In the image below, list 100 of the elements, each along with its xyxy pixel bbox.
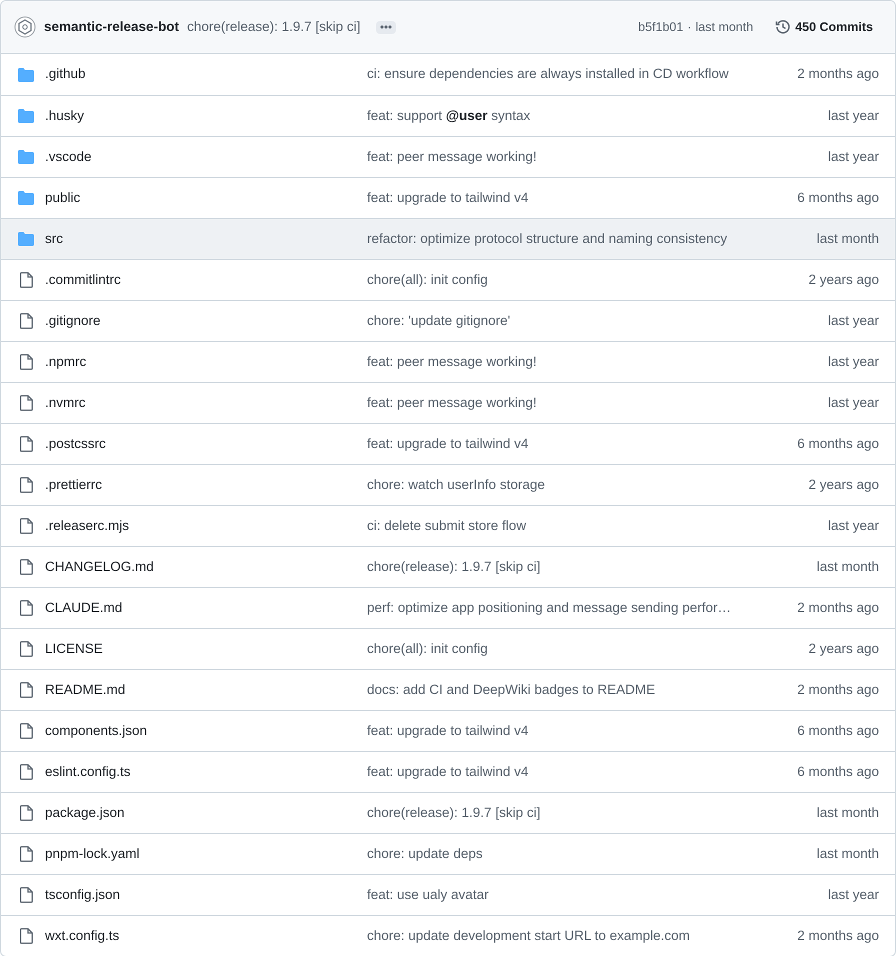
commit-message-link[interactable]: chore: update deps (367, 844, 817, 864)
commit-message-link[interactable]: perf: optimize app positioning and message sending perfor… (367, 598, 798, 618)
file-link[interactable]: components.json (35, 720, 367, 742)
file-link[interactable]: .nvmrc (35, 392, 367, 414)
file-link[interactable]: .gitignore (35, 310, 367, 332)
file-row[interactable]: package.json chore(release): 1.9.7 [skip ci] last month (1, 792, 895, 833)
commit-hash-link[interactable]: b5f1b01 (638, 18, 684, 36)
file-link[interactable]: package.json (35, 802, 367, 824)
folder-icon (18, 109, 34, 123)
commit-message-link[interactable]: chore(release): 1.9.7 [skip ci] (367, 556, 817, 578)
commit-time: last month (816, 804, 879, 822)
commit-message-link[interactable]: chore: update development start URL to example.com (367, 926, 798, 946)
commit-message-link[interactable]: chore: 'update gitignore' (367, 310, 828, 332)
commit-time: last month (696, 18, 754, 36)
commit-message-link[interactable]: ci: ensure dependencies are always installed in CD workflow (367, 64, 798, 85)
folder-icon (18, 150, 34, 164)
avatar-icon (14, 16, 36, 38)
file-link[interactable]: .prettierrc (35, 474, 367, 496)
file-row[interactable]: eslint.config.ts feat: upgrade to tailwind v4 6 months ago (1, 751, 895, 792)
file-row[interactable]: README.md docs: add CI and DeepWiki badges to README 2 months ago (1, 669, 895, 710)
file-icon (20, 682, 32, 698)
file-link[interactable]: .npmrc (35, 352, 367, 372)
file-link[interactable]: .releaserc.mjs (35, 516, 367, 536)
author-link[interactable]: semantic-release-bot (44, 16, 180, 38)
commit-message-link[interactable]: feat: peer message working! (367, 146, 828, 168)
file-link[interactable]: eslint.config.ts (35, 762, 367, 782)
commit-message-link[interactable]: feat: upgrade to tailwind v4 (367, 188, 798, 208)
commit-time: 2 months ago (797, 65, 879, 84)
commit-time: 2 months ago (797, 680, 879, 699)
expand-message-button[interactable] (376, 20, 396, 34)
file-row[interactable]: .github ci: ensure dependencies are always installed in CD workflow 2 months ago (1, 54, 895, 95)
file-icon (20, 518, 32, 534)
commit-message-link[interactable]: chore(release): 1.9.7 [skip ci] (367, 802, 817, 824)
file-link[interactable]: tsconfig.json (35, 884, 367, 906)
commit-message-link[interactable]: refactor: optimize protocol structure and naming consistency (367, 228, 817, 250)
commit-time: last year (828, 394, 879, 412)
file-row[interactable]: CLAUDE.md perf: optimize app positioning and message sending perfor… 2 months ago (1, 587, 895, 628)
file-icon (20, 723, 32, 739)
history-icon (775, 19, 792, 35)
file-row[interactable]: .vscode feat: peer message working! last year (1, 136, 895, 177)
file-row[interactable]: tsconfig.json feat: use ualy avatar last year (1, 874, 895, 915)
commit-message-link[interactable]: feat: peer message working! (367, 392, 828, 414)
file-icon (20, 805, 32, 821)
file-link[interactable]: CHANGELOG.md (35, 556, 367, 578)
file-row[interactable]: .nvmrc feat: peer message working! last year (1, 382, 895, 423)
file-row[interactable]: components.json feat: upgrade to tailwind v4 6 months ago (1, 710, 895, 751)
file-row[interactable]: .gitignore chore: 'update gitignore' last year (1, 300, 895, 341)
commit-message-link[interactable]: docs: add CI and DeepWiki badges to README (367, 680, 798, 700)
commit-time: 6 months ago (797, 762, 879, 781)
commit-time: last year (828, 106, 879, 125)
folder-link[interactable]: .husky (35, 106, 367, 126)
commit-message-link[interactable]: feat: upgrade to tailwind v4 (367, 720, 798, 742)
file-row[interactable]: .commitlintrc chore(all): init config 2 years ago (1, 259, 895, 300)
file-row[interactable]: src refactor: optimize protocol structure and naming consistency last month (1, 218, 895, 259)
file-row[interactable]: .npmrc feat: peer message working! last year (1, 341, 895, 382)
separator-dot: · (687, 18, 692, 36)
file-link[interactable]: CLAUDE.md (35, 598, 367, 618)
commit-message-link[interactable]: feat: upgrade to tailwind v4 (367, 434, 798, 454)
file-link[interactable]: README.md (35, 680, 367, 700)
commit-message-link[interactable]: feat: support @user syntax (367, 106, 828, 126)
file-link[interactable]: LICENSE (35, 638, 367, 660)
commits-button[interactable]: 450 Commits (769, 16, 879, 38)
file-icon (20, 928, 32, 944)
file-row[interactable]: LICENSE chore(all): init config 2 years ago (1, 628, 895, 669)
file-link[interactable]: .postcssrc (35, 434, 367, 454)
file-row[interactable]: .husky feat: support @user syntax last year (1, 95, 895, 136)
commit-time: 6 months ago (797, 188, 879, 207)
commit-message-link[interactable]: chore(all): init config (367, 270, 808, 290)
ellipsis-icon (380, 25, 392, 29)
file-link[interactable]: pnpm-lock.yaml (35, 844, 367, 864)
commit-time: last year (828, 312, 879, 330)
file-row[interactable]: .prettierrc chore: watch userInfo storage 2 years ago (1, 464, 895, 505)
folder-icon (18, 68, 34, 82)
folder-link[interactable]: .github (35, 64, 367, 85)
commit-time: last month (816, 844, 879, 863)
folder-link[interactable]: .vscode (35, 146, 367, 168)
file-link[interactable]: wxt.config.ts (35, 926, 367, 946)
commit-message-link[interactable]: feat: use ualy avatar (367, 884, 828, 906)
file-icon (20, 272, 32, 288)
file-icon (20, 600, 32, 616)
file-row[interactable]: .releaserc.mjs ci: delete submit store flow last year (1, 505, 895, 546)
commit-message-link[interactable]: feat: upgrade to tailwind v4 (367, 762, 798, 782)
commit-message-link[interactable]: chore: watch userInfo storage (367, 474, 808, 496)
commit-message-link[interactable]: feat: peer message working! (367, 352, 828, 372)
file-icon (20, 641, 32, 657)
file-icon (20, 436, 32, 452)
file-row[interactable]: .postcssrc feat: upgrade to tailwind v4 6 months ago (1, 423, 895, 464)
folder-link[interactable]: src (35, 228, 367, 250)
commit-message-link[interactable]: ci: delete submit store flow (367, 516, 828, 536)
folder-link[interactable]: public (35, 188, 367, 208)
file-row[interactable]: wxt.config.ts chore: update development start URL to example.com 2 months ago (1, 915, 895, 956)
commit-time: last month (816, 230, 879, 248)
commit-message-link[interactable]: chore(release): 1.9.7 [skip ci] (187, 16, 360, 38)
folder-icon (18, 232, 34, 246)
file-row[interactable]: pnpm-lock.yaml chore: update deps last month (1, 833, 895, 874)
file-row[interactable]: CHANGELOG.md chore(release): 1.9.7 [skip ci] last month (1, 546, 895, 587)
file-link[interactable]: .commitlintrc (35, 270, 367, 290)
file-icon (20, 477, 32, 493)
commit-message-link[interactable]: chore(all): init config (367, 638, 808, 660)
commit-time: last year (828, 352, 879, 371)
